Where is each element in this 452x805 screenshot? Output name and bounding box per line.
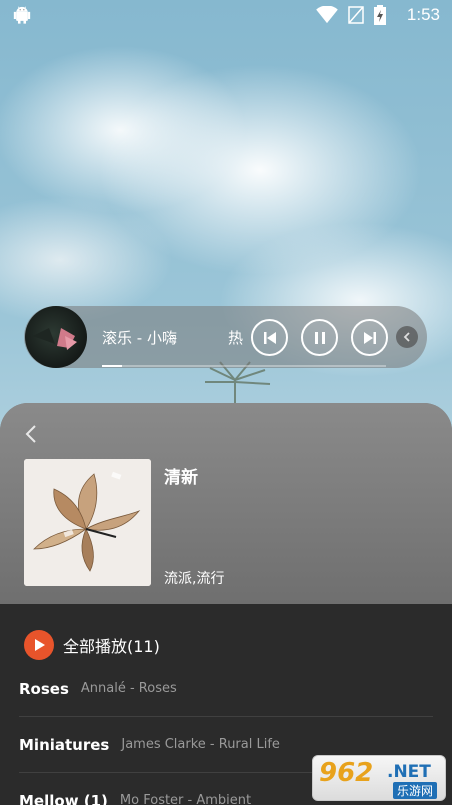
flower-artwork-icon: [33, 328, 77, 350]
mini-player-scroll-text: 热: [228, 329, 244, 347]
back-arrow-icon: [25, 425, 36, 443]
song-title: Miniatures: [19, 735, 110, 754]
no-signal-icon: [348, 6, 364, 24]
mini-player[interactable]: 滚乐 - 小嗨 热: [24, 306, 427, 368]
watermark-suffix: .NET: [387, 762, 431, 782]
wifi-icon: [316, 6, 338, 24]
mini-player-cover[interactable]: [25, 306, 87, 368]
song-title: Mellow (1): [19, 791, 108, 805]
album-genre: 流派,流行: [164, 571, 225, 587]
android-icon: [13, 6, 31, 24]
song-row[interactable]: Roses Annalé - Roses: [19, 661, 433, 717]
song-artist: Annalé - Roses: [80, 681, 177, 696]
album-title: 清新: [164, 468, 198, 488]
watermark-number: 962: [319, 758, 374, 788]
status-time: 1:53: [406, 5, 440, 24]
previous-icon: [263, 331, 276, 344]
dried-flower-artwork-icon: [24, 459, 151, 586]
song-artist: Mo Foster - Ambient: [119, 793, 252, 805]
album-cover[interactable]: [24, 459, 151, 586]
play-all-label: 全部播放(11): [63, 637, 160, 656]
mini-player-progress-fill: [102, 365, 122, 367]
back-button[interactable]: [18, 421, 44, 447]
status-bar: 1:53: [0, 0, 452, 30]
album-header: 清新 流派,流行: [0, 403, 452, 604]
collapse-player-button[interactable]: [396, 326, 418, 348]
mini-player-progress[interactable]: [102, 365, 386, 367]
watermark-subtitle: 乐游网: [393, 782, 438, 799]
next-icon: [363, 331, 376, 344]
play-all-button[interactable]: 全部播放(11): [24, 630, 160, 660]
next-button[interactable]: [351, 319, 388, 356]
pause-icon: [314, 331, 325, 344]
previous-button[interactable]: [251, 319, 288, 356]
pause-button[interactable]: [301, 319, 338, 356]
watermark-logo: 962 .NET 乐游网: [312, 755, 446, 801]
play-icon: [24, 630, 54, 660]
battery-charging-icon: [374, 5, 386, 25]
chevron-left-icon: [403, 332, 410, 342]
song-title: Roses: [19, 679, 69, 698]
song-artist: James Clarke - Rural Life: [121, 737, 280, 752]
album-sheet: 清新 流派,流行 全部播放(11) Roses Annalé - Roses M…: [0, 403, 452, 805]
